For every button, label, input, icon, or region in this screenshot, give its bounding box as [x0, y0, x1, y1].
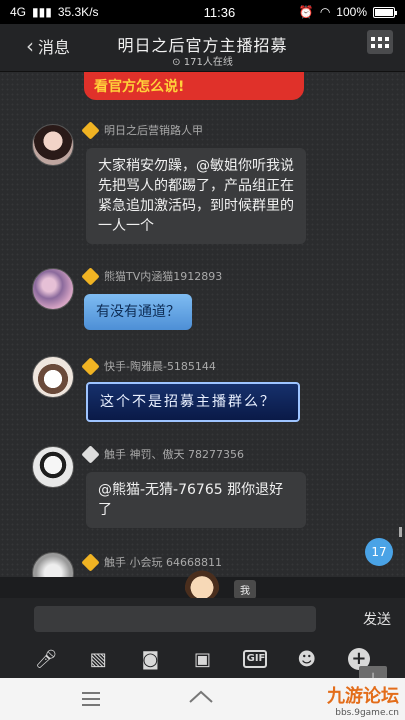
- sender-nick[interactable]: 快手-陶雅晨-5185144: [81, 356, 216, 376]
- message-input[interactable]: [34, 606, 316, 632]
- watermark: 九游论坛 bbs.9game.cn: [327, 682, 399, 718]
- sender-nick[interactable]: 触手 神罚、傲天 78277356: [81, 444, 244, 464]
- send-button[interactable]: 发送: [363, 609, 391, 629]
- chat-header: ‹ 消息 明日之后官方主播招募 ⊙ 171人在线: [0, 24, 405, 72]
- avatar[interactable]: [32, 124, 74, 166]
- sender-nick[interactable]: 明日之后营销路人甲: [81, 120, 203, 140]
- online-count: ⊙ 171人在线: [0, 53, 405, 68]
- clock: 11:36: [203, 4, 236, 20]
- status-bar: 4G ▮▮▮ 35.3K/s 11:36 ⏰ ◠ 100%: [0, 0, 405, 24]
- title-badge-icon: [81, 120, 100, 140]
- avatar[interactable]: [32, 356, 74, 398]
- message-bubble[interactable]: 这个不是招募主播群么？: [86, 382, 300, 422]
- gif-icon: GIF: [242, 650, 267, 668]
- unread-count-badge[interactable]: 17: [365, 538, 393, 566]
- grid-dot-icon: [371, 36, 375, 41]
- battery-percent: 100%: [336, 5, 367, 19]
- red-packet-icon[interactable]: ▣: [189, 646, 215, 672]
- grid-dot-icon: [385, 43, 389, 48]
- group-menu-button[interactable]: [367, 30, 393, 54]
- camera-icon[interactable]: ◙: [137, 646, 163, 672]
- sender-name: 快手-陶雅晨-5185144: [104, 360, 216, 373]
- sender-name: 熊猫TV内涵猫1912893: [104, 270, 223, 283]
- system-nav-bar: 九游论坛 bbs.9game.cn: [0, 678, 405, 720]
- title-badge-icon: [81, 552, 100, 572]
- input-toolbar: 🎤︎ ▧ ◙ ▣ GIF ☻ +: [0, 640, 405, 678]
- grid-dot-icon: [371, 43, 375, 48]
- gif-button[interactable]: GIF: [242, 646, 268, 672]
- battery-icon: [373, 6, 397, 18]
- online-count-text: 171人在线: [183, 57, 233, 68]
- grid-dot-icon: [378, 43, 382, 48]
- signal-icon: ▮▮▮: [32, 5, 52, 19]
- online-icon: ⊙: [172, 57, 184, 68]
- wifi-icon: ◠: [319, 5, 331, 19]
- message-bubble[interactable]: 看官方怎么说!: [84, 72, 304, 100]
- sender-name: 明日之后营销路人甲: [104, 124, 203, 137]
- chat-area[interactable]: 看官方怎么说! 明日之后营销路人甲 大家稍安勿躁，@敏姐你听我说 先把骂人的都踢…: [0, 72, 405, 577]
- image-icon[interactable]: ▧: [85, 646, 111, 672]
- input-row: 发送: [0, 598, 405, 640]
- emoji-icon[interactable]: ☻: [294, 646, 320, 672]
- title-badge-icon: [81, 266, 100, 286]
- network-indicator: 4G: [10, 5, 27, 19]
- watermark-url: bbs.9game.cn: [335, 708, 399, 718]
- message-bubble[interactable]: 有没有通道？: [84, 294, 192, 330]
- home-icon[interactable]: [188, 688, 214, 708]
- title-badge-icon: [81, 444, 100, 464]
- grid-dot-icon: [378, 36, 382, 41]
- message-bubble[interactable]: @熊猫-无猜-76765 那你退好了: [86, 472, 306, 528]
- me-label: 我: [234, 580, 256, 599]
- scrollbar[interactable]: [399, 527, 402, 537]
- menu-icon[interactable]: [82, 692, 100, 710]
- watermark-brand: 九游论坛: [327, 686, 399, 707]
- sender-nick[interactable]: 熊猫TV内涵猫1912893: [81, 266, 223, 286]
- microphone-icon[interactable]: 🎤︎: [33, 646, 59, 672]
- avatar[interactable]: [32, 446, 74, 488]
- my-avatar[interactable]: [184, 566, 220, 602]
- battery-fill: [375, 8, 393, 16]
- title-badge-icon: [81, 356, 100, 376]
- avatar[interactable]: [32, 268, 74, 310]
- message-bubble[interactable]: 大家稍安勿躁，@敏姐你听我说 先把骂人的都踢了，产品组正在紧急追加激活码，到时候…: [86, 148, 306, 244]
- network-speed: 35.3K/s: [57, 5, 99, 19]
- avatar[interactable]: [32, 552, 74, 577]
- sender-name: 触手 神罚、傲天 78277356: [104, 448, 244, 461]
- grid-dot-icon: [385, 36, 389, 41]
- alarm-icon: ⏰: [298, 5, 314, 19]
